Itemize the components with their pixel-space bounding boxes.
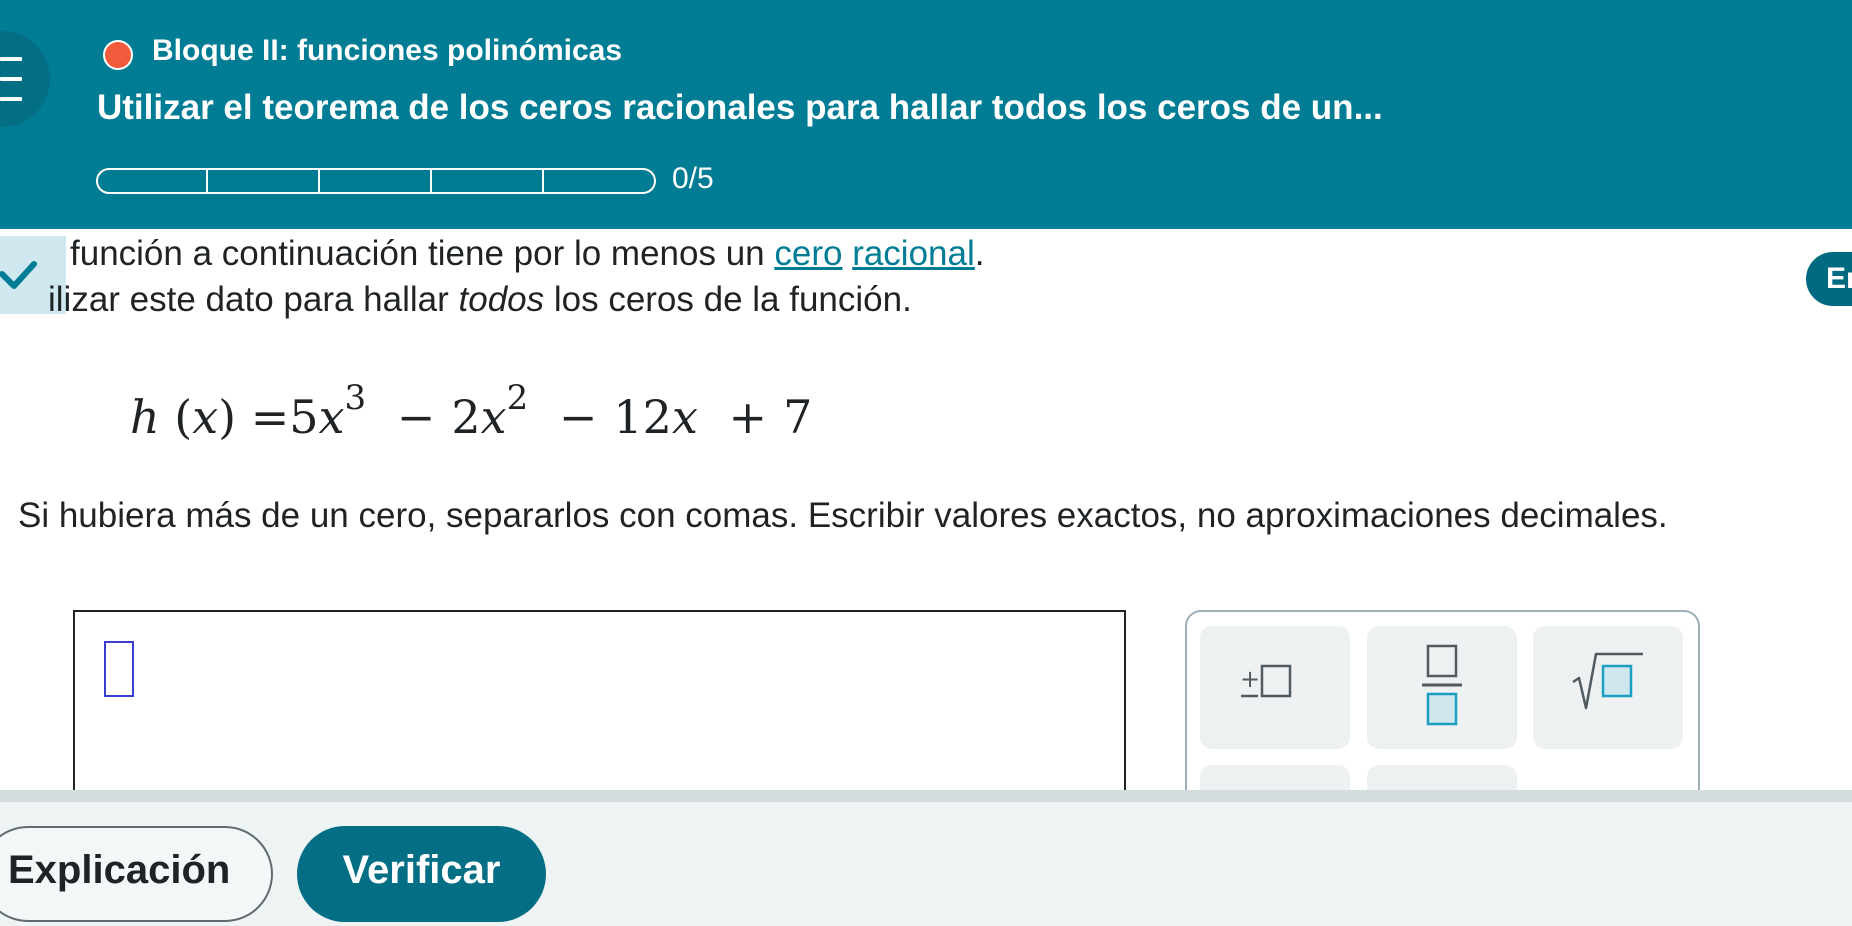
input-caret <box>104 641 134 697</box>
eq-operator: − <box>396 390 436 444</box>
eq-fname: h <box>130 390 160 444</box>
problem-text: ilizar este dato para hallar <box>48 280 459 319</box>
svg-text:+: + <box>1240 665 1260 693</box>
footer-bar <box>0 790 1852 926</box>
eq-exponent: 3 <box>344 378 367 418</box>
plus-minus-box-icon: + <box>1240 664 1292 698</box>
problem-text: . <box>974 234 985 273</box>
block-title: Bloque II: funciones polinómicas <box>152 34 623 67</box>
explanation-button[interactable]: Explicación <box>0 826 273 922</box>
plus-minus-button[interactable]: + <box>1200 626 1350 749</box>
progress-segment <box>320 168 432 194</box>
eq-var: x <box>192 390 219 444</box>
progress-bar <box>96 168 656 194</box>
problem-emphasis: todos <box>458 280 545 319</box>
cero-link[interactable]: cero <box>774 234 842 273</box>
problem-text: los ceros de la función. <box>544 280 912 319</box>
eq-equals: = <box>250 390 290 444</box>
eq-paren: ) <box>218 390 237 444</box>
problem-line-2: ilizar este dato para hallar todos los c… <box>48 280 912 320</box>
hamburger-icon-bar <box>0 97 22 101</box>
menu-button[interactable] <box>0 31 50 127</box>
hamburger-icon <box>0 57 22 61</box>
problem-line-1: función a continuación tiene por lo meno… <box>70 234 985 274</box>
progress-segment <box>208 168 320 194</box>
hamburger-icon-bar <box>0 77 22 81</box>
instructions-text: Si hubiera más de un cero, separarlos co… <box>18 496 1668 535</box>
eq-exponent: 2 <box>506 378 529 418</box>
top-header: Bloque II: funciones polinómicas Utiliza… <box>0 0 1852 229</box>
fraction-icon <box>1422 644 1462 726</box>
status-dot-icon <box>103 40 133 70</box>
progress-count: 0/5 <box>672 162 714 195</box>
eq-operator: + <box>728 390 768 444</box>
answer-input[interactable] <box>73 610 1126 810</box>
eq-var: x <box>480 390 507 444</box>
progress-segment <box>544 168 656 194</box>
eq-coef: 5 <box>289 390 319 444</box>
function-equation: h (x) =5x3 −2x2 −12x +7 <box>130 378 812 458</box>
eq-constant: 7 <box>783 390 813 444</box>
eq-var: x <box>671 390 698 444</box>
eq-paren: ( <box>174 390 193 444</box>
progress-segment <box>96 168 208 194</box>
verify-button[interactable]: Verificar <box>297 826 546 922</box>
eq-operator: − <box>558 390 598 444</box>
square-root-icon <box>1572 652 1643 710</box>
problem-text-space <box>842 234 852 273</box>
fraction-button[interactable] <box>1367 626 1517 749</box>
eq-coef: 12 <box>613 390 672 444</box>
topic-title: Utilizar el teorema de los ceros raciona… <box>97 88 1383 127</box>
progress-segment <box>432 168 544 194</box>
racional-link[interactable]: racional <box>852 234 975 273</box>
eq-coef: 2 <box>451 390 481 444</box>
right-side-button[interactable]: Er <box>1806 252 1852 306</box>
problem-text: función a continuación tiene por lo meno… <box>70 234 775 273</box>
checkmark-icon <box>0 261 37 289</box>
square-root-button[interactable] <box>1533 626 1683 749</box>
eq-var: x <box>318 390 345 444</box>
